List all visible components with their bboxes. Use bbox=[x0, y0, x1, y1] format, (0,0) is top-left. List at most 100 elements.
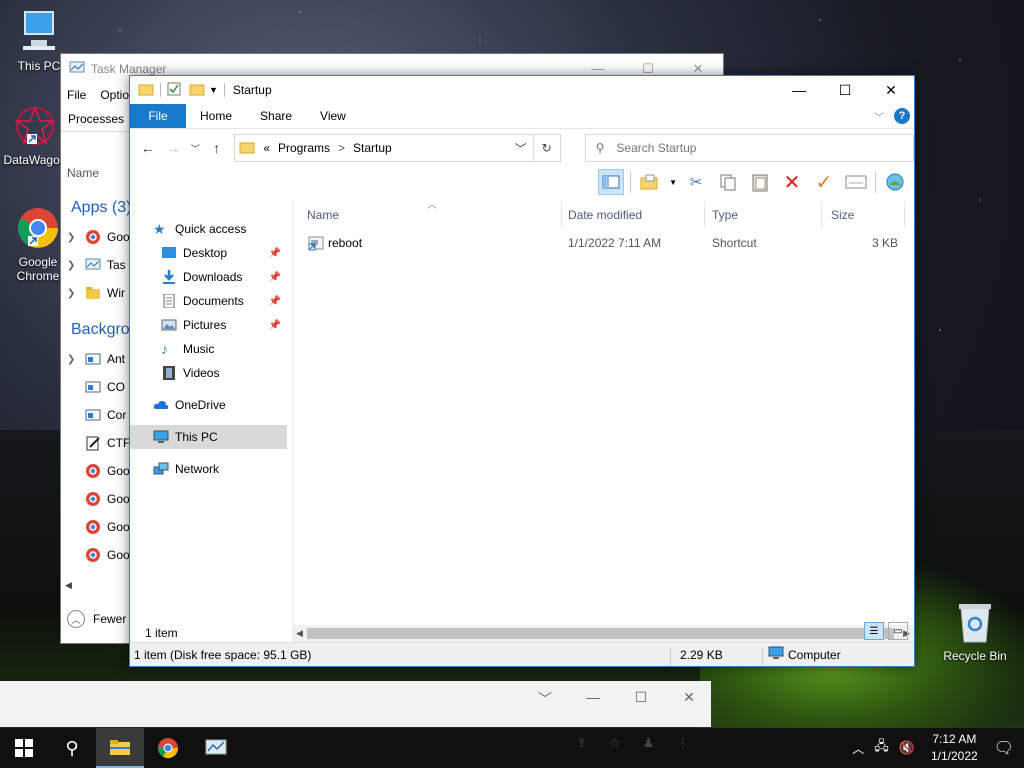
process-row[interactable]: ❯ Goo bbox=[67, 227, 130, 247]
maximize-icon[interactable]: ☐ bbox=[822, 76, 868, 104]
column-header-type[interactable]: Type bbox=[698, 208, 738, 222]
chevron-right-icon[interactable]: ❯ bbox=[67, 288, 85, 299]
process-row[interactable]: Goo bbox=[67, 517, 130, 537]
customize-qat-icon[interactable]: ▼ bbox=[209, 85, 218, 95]
taskbar-file-explorer[interactable] bbox=[96, 728, 144, 768]
properties-card-icon[interactable] bbox=[843, 169, 869, 195]
paste-icon[interactable] bbox=[747, 169, 773, 195]
help-icon[interactable]: ? bbox=[894, 108, 910, 124]
process-row[interactable]: ❯ Wir bbox=[67, 283, 125, 303]
nav-desktop[interactable]: Desktop 📌 bbox=[130, 241, 287, 265]
taskbar-task-manager[interactable] bbox=[192, 728, 240, 768]
minimize-icon[interactable]: — bbox=[776, 76, 822, 104]
forward-arrow-icon[interactable]: → bbox=[165, 140, 180, 156]
file-explorer-icon bbox=[110, 740, 130, 755]
details-view-icon[interactable]: ☰ bbox=[864, 622, 884, 640]
nav-onedrive[interactable]: OneDrive bbox=[130, 393, 287, 417]
minimize-icon[interactable]: — bbox=[581, 689, 605, 709]
nav-documents[interactable]: Documents 📌 bbox=[130, 289, 287, 313]
cut-icon[interactable]: ✂ bbox=[683, 169, 709, 195]
menu-options[interactable]: Optio bbox=[100, 88, 129, 102]
sort-ascending-icon: ︿ bbox=[427, 200, 437, 211]
action-center-icon[interactable]: 🗨 bbox=[994, 738, 1014, 758]
back-arrow-icon[interactable]: ← bbox=[140, 140, 155, 156]
process-row[interactable]: Cor bbox=[67, 405, 126, 425]
pin-icon[interactable]: 📌 bbox=[269, 272, 281, 283]
process-row[interactable]: Goo bbox=[67, 489, 130, 509]
nav-pictures[interactable]: Pictures 📌 bbox=[130, 313, 287, 337]
nav-videos[interactable]: Videos bbox=[130, 361, 287, 385]
tab-view[interactable]: View bbox=[306, 104, 360, 128]
delete-icon[interactable]: ✕ bbox=[779, 169, 805, 195]
tab-file[interactable]: File bbox=[130, 104, 186, 128]
volume-muted-icon[interactable]: 🔇 bbox=[899, 740, 915, 756]
search-input[interactable] bbox=[616, 141, 877, 155]
chevron-right-icon[interactable]: ❯ bbox=[67, 232, 85, 243]
taskbar-chrome[interactable] bbox=[144, 728, 192, 768]
column-header-size[interactable]: Size bbox=[817, 208, 854, 222]
dropdown-icon[interactable]: ▼ bbox=[669, 178, 677, 187]
desktop-icon-recycle-bin[interactable]: Recycle Bin bbox=[940, 602, 1010, 663]
pin-icon[interactable]: 📌 bbox=[269, 296, 281, 307]
clock[interactable]: 7:12 AM 1/1/2022 bbox=[931, 731, 978, 765]
start-button[interactable] bbox=[0, 728, 48, 768]
process-row[interactable]: CO bbox=[67, 377, 125, 397]
process-row[interactable]: Goo bbox=[67, 545, 130, 565]
nav-quick-access[interactable]: ★ Quick access bbox=[130, 217, 287, 241]
breadcrumb-startup[interactable]: Startup bbox=[353, 141, 392, 155]
copy-icon[interactable] bbox=[715, 169, 741, 195]
breadcrumb-separator[interactable]: > bbox=[338, 141, 345, 155]
chevron-down-icon[interactable]: ﹀ bbox=[533, 689, 557, 709]
pin-icon[interactable]: 📌 bbox=[269, 248, 281, 259]
pin-icon[interactable]: 📌 bbox=[269, 320, 281, 331]
preview-pane-icon[interactable] bbox=[598, 169, 625, 195]
show-hidden-icons-icon[interactable]: ︿ bbox=[852, 740, 864, 757]
breadcrumb-programs[interactable]: Programs bbox=[278, 141, 330, 155]
tab-home[interactable]: Home bbox=[186, 104, 246, 128]
column-header-name[interactable]: Name bbox=[293, 208, 339, 222]
column-header-date-modified[interactable]: Date modified bbox=[554, 208, 642, 222]
video-film-icon bbox=[163, 366, 175, 380]
nav-this-pc[interactable]: This PC bbox=[130, 425, 287, 449]
search-button[interactable]: ⚲ bbox=[48, 728, 96, 768]
group-apps: Apps (3) bbox=[71, 199, 132, 216]
large-icons-view-icon[interactable]: ▭ bbox=[888, 622, 908, 640]
address-bar[interactable]: « Programs > Startup ﹀ bbox=[234, 134, 534, 162]
properties-icon[interactable] bbox=[167, 82, 181, 99]
globe-icon[interactable] bbox=[882, 169, 908, 195]
new-folder-icon[interactable] bbox=[189, 82, 205, 99]
overflow-chevrons[interactable]: « bbox=[263, 141, 270, 155]
chevron-right-icon[interactable]: ❯ bbox=[67, 260, 85, 271]
explorer-titlebar[interactable]: ▼ Startup — ☐ ✕ bbox=[130, 76, 914, 104]
network-status-icon[interactable]: 🖧 bbox=[874, 737, 889, 759]
nav-downloads[interactable]: Downloads 📌 bbox=[130, 265, 287, 289]
scroll-left-icon[interactable]: ◀ bbox=[65, 580, 72, 591]
column-header-name[interactable]: Name bbox=[67, 166, 99, 180]
maximize-icon[interactable]: ☐ bbox=[629, 689, 653, 709]
new-folder-icon[interactable] bbox=[637, 169, 663, 195]
refresh-icon[interactable]: ↻ bbox=[533, 134, 561, 162]
process-row[interactable]: ❯ Ant bbox=[67, 349, 125, 369]
search-box[interactable]: ⚲ bbox=[584, 134, 914, 162]
process-row[interactable]: CTF bbox=[67, 433, 130, 453]
file-row[interactable]: reboot 1/1/2022 7:11 AM Shortcut 3 KB bbox=[293, 232, 914, 254]
fewer-details-button[interactable]: ︿ Fewer bbox=[67, 610, 126, 628]
process-row[interactable]: Goo bbox=[67, 461, 130, 481]
close-icon[interactable]: ✕ bbox=[868, 76, 914, 104]
address-dropdown-icon[interactable]: ﹀ bbox=[509, 140, 533, 157]
star-icon: ★ bbox=[153, 221, 166, 237]
nav-network[interactable]: Network bbox=[130, 457, 287, 481]
process-row[interactable]: ❯ Tas bbox=[67, 255, 126, 275]
background-window-strip[interactable]: ﹀ — ☐ ✕ bbox=[0, 681, 711, 727]
recent-locations-icon[interactable]: ﹀ bbox=[191, 142, 200, 155]
menu-file[interactable]: File bbox=[67, 88, 86, 102]
up-arrow-icon[interactable]: ↑ bbox=[209, 140, 224, 156]
nav-music[interactable]: ♪ Music bbox=[130, 337, 287, 361]
tab-processes[interactable]: Processes bbox=[68, 112, 124, 126]
tab-share[interactable]: Share bbox=[246, 104, 306, 128]
file-explorer-window[interactable]: ▼ Startup — ☐ ✕ File Home Share View ﹀ ?… bbox=[129, 75, 915, 667]
expand-ribbon-icon[interactable]: ﹀ bbox=[874, 109, 884, 124]
chevron-right-icon[interactable]: ❯ bbox=[67, 354, 85, 365]
rename-check-icon[interactable]: ✓ bbox=[811, 169, 837, 195]
close-icon[interactable]: ✕ bbox=[677, 689, 701, 709]
